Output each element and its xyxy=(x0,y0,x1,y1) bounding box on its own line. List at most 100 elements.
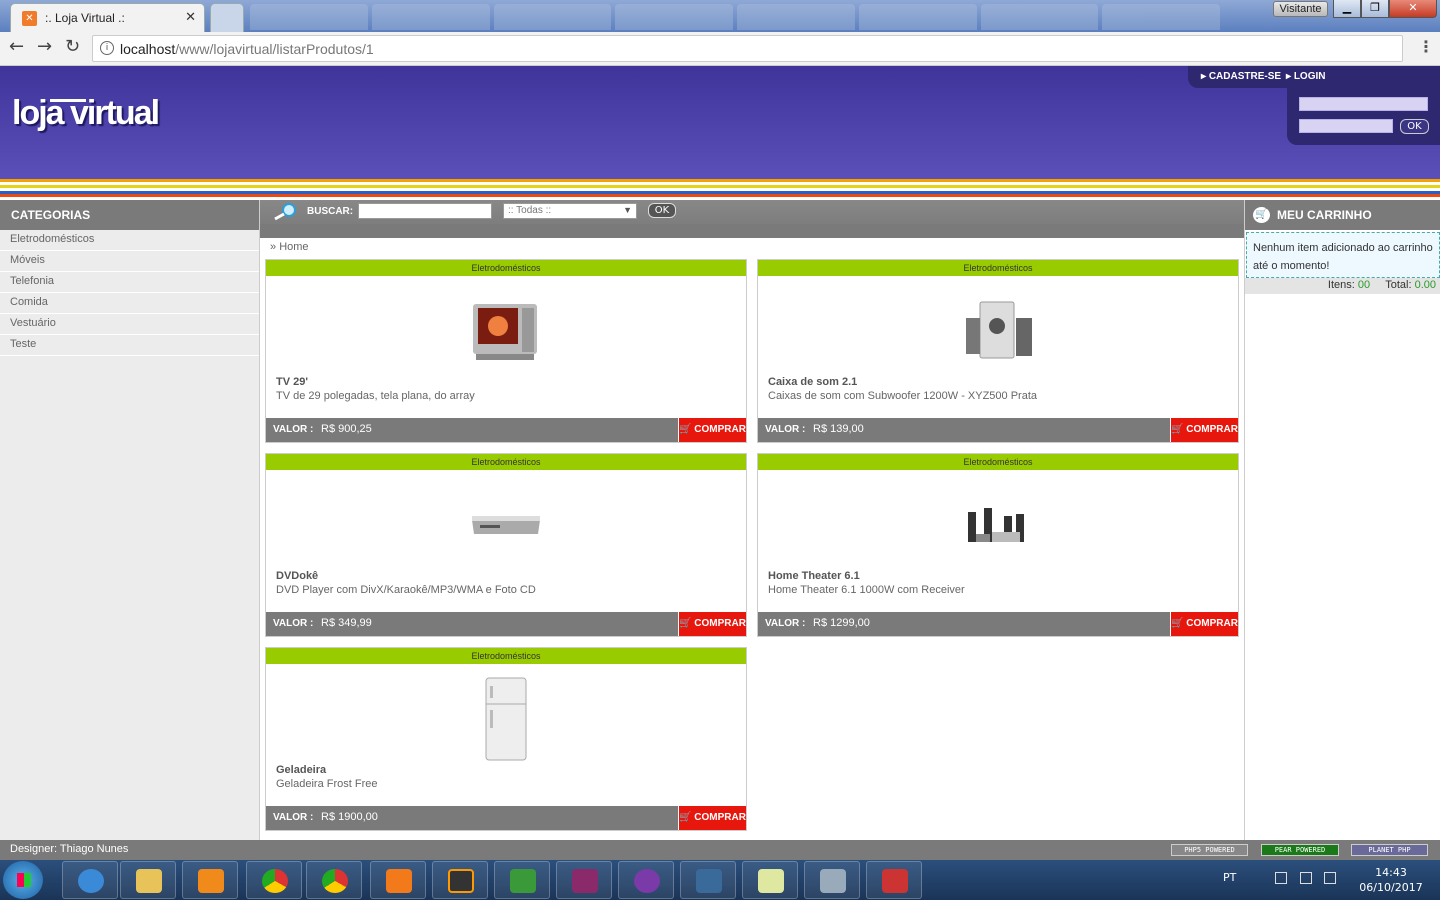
sublime-icon[interactable] xyxy=(432,861,488,899)
media-player-icon[interactable] xyxy=(182,861,238,899)
info-icon[interactable]: i xyxy=(100,41,114,55)
category-item[interactable]: Eletrodomésticos xyxy=(0,230,259,251)
php5-badge[interactable]: PHP5 POWERED xyxy=(1171,844,1248,856)
cart-panel: 🛒 MEU CARRINHO Nenhum item adicionado ao… xyxy=(1244,200,1440,840)
clock[interactable]: 14:43 06/10/2017 xyxy=(1356,865,1426,895)
search-bar-base xyxy=(260,224,1245,238)
category-item[interactable]: Vestuário xyxy=(0,314,259,335)
fridge-image[interactable] xyxy=(266,666,746,762)
start-button[interactable] xyxy=(3,861,43,899)
cat-app-icon[interactable] xyxy=(618,861,674,899)
login-ok-button[interactable]: OK xyxy=(1400,119,1429,134)
search-ok-button[interactable]: OK xyxy=(648,203,676,218)
buy-button[interactable]: 🛒 COMPRAR xyxy=(678,806,746,830)
back-icon[interactable]: ← xyxy=(9,38,24,56)
chrome-active-icon[interactable] xyxy=(306,861,362,899)
login-label: LOGIN xyxy=(1293,71,1326,82)
cart-total-value: 0.00 xyxy=(1414,279,1436,291)
tv-image[interactable] xyxy=(266,278,746,374)
chrome-icon[interactable] xyxy=(246,861,302,899)
product-footer: VALOR : R$ 139,00 🛒 COMPRAR xyxy=(758,418,1238,442)
dvd-player-image[interactable] xyxy=(266,472,746,568)
login-link[interactable]: ▸ LOGIN xyxy=(1286,71,1325,82)
reload-icon[interactable]: ↻ xyxy=(65,38,80,56)
category-select[interactable]: :: Todas :: ▼ xyxy=(503,203,637,219)
dropdown-arrow-icon: ▼ xyxy=(623,205,632,215)
explorer-icon[interactable] xyxy=(120,861,176,899)
category-item[interactable]: Móveis xyxy=(0,251,259,272)
forward-icon[interactable]: → xyxy=(37,38,52,56)
browser-tab-active[interactable]: ✕ :. Loja Virtual .: ✕ xyxy=(10,3,205,32)
browser-menu-icon[interactable]: ⋮ xyxy=(1418,39,1434,55)
new-tab-button[interactable] xyxy=(210,3,244,32)
category-item[interactable]: Teste xyxy=(0,335,259,356)
minimize-button[interactable]: ▁ xyxy=(1333,0,1361,18)
buy-label: COMPRAR xyxy=(694,618,746,629)
product-name[interactable]: Home Theater 6.1 xyxy=(768,570,860,582)
product-price: R$ 139,00 xyxy=(813,423,864,435)
speakers-image[interactable] xyxy=(758,278,1238,374)
login-box: OK xyxy=(1287,88,1440,145)
cart-items-value: 00 xyxy=(1357,279,1371,291)
ie-icon[interactable] xyxy=(62,861,118,899)
xampp-taskbar-icon[interactable] xyxy=(370,861,426,899)
notepad-icon[interactable] xyxy=(742,861,798,899)
address-bar-row: ← → ↻ i localhost/www/lojavirtual/listar… xyxy=(0,32,1440,66)
background-tabs xyxy=(250,4,1220,30)
planet-php-badge[interactable]: PLANET PHP xyxy=(1351,844,1428,856)
search-input[interactable] xyxy=(358,203,492,219)
product-category: Eletrodomésticos xyxy=(266,260,746,276)
pear-badge[interactable]: PEAR POWERED xyxy=(1261,844,1339,856)
volume-icon[interactable] xyxy=(1324,872,1336,884)
buy-button[interactable]: 🛒 COMPRAR xyxy=(1170,418,1238,442)
category-item[interactable]: Telefonia xyxy=(0,272,259,293)
login-password-input[interactable] xyxy=(1299,119,1393,133)
buy-button[interactable]: 🛒 COMPRAR xyxy=(678,418,746,442)
category-item[interactable]: Comida xyxy=(0,293,259,314)
url-path: /www/lojavirtual/listarProdutos/1 xyxy=(175,41,374,57)
diagram-tool-icon[interactable] xyxy=(494,861,550,899)
postgresql-icon[interactable] xyxy=(804,861,860,899)
network-icon[interactable] xyxy=(1300,872,1312,884)
product-card: Eletrodomésticos Geladeira Geladeira Fro… xyxy=(265,647,747,831)
language-indicator[interactable]: PT xyxy=(1223,871,1236,884)
winrar-icon[interactable] xyxy=(556,861,612,899)
app-icon[interactable] xyxy=(866,861,922,899)
product-name[interactable]: DVDokê xyxy=(276,570,318,582)
magnifier-icon xyxy=(274,203,296,221)
login-user-input[interactable] xyxy=(1299,97,1428,111)
action-center-icon[interactable] xyxy=(1275,872,1287,884)
search-label: BUSCAR: xyxy=(307,206,354,217)
designer-credit: Designer: Thiago Nunes xyxy=(10,843,129,855)
clock-date: 06/10/2017 xyxy=(1359,881,1423,894)
product-category: Eletrodomésticos xyxy=(266,648,746,664)
categories-sidebar: CATEGORIAS Eletrodomésticos Móveis Telef… xyxy=(0,200,260,840)
browser-tabstrip: ✕ :. Loja Virtual .: ✕ Visitante ▁ ❐ ✕ xyxy=(0,0,1440,32)
product-name[interactable]: Caixa de som 2.1 xyxy=(768,376,857,388)
signup-link[interactable]: ▸ CADASTRE-SE xyxy=(1201,71,1281,82)
profile-button[interactable]: Visitante xyxy=(1273,1,1328,17)
home-theater-image[interactable] xyxy=(758,472,1238,568)
product-category: Eletrodomésticos xyxy=(758,260,1238,276)
clock-time: 14:43 xyxy=(1375,866,1407,879)
buy-button[interactable]: 🛒 COMPRAR xyxy=(678,612,746,636)
breadcrumb-home[interactable]: Home xyxy=(279,241,308,253)
tab-title: :. Loja Virtual .: xyxy=(45,11,125,25)
cart-total-label: Total: xyxy=(1385,279,1412,291)
cart-summary: Itens: 00 Total: 0.00 xyxy=(1245,278,1440,294)
product-name[interactable]: Geladeira xyxy=(276,764,326,776)
maximize-button[interactable]: ❐ xyxy=(1361,0,1389,18)
close-window-button[interactable]: ✕ xyxy=(1389,0,1437,18)
tab-close-icon[interactable]: ✕ xyxy=(185,10,196,25)
mysql-workbench-icon[interactable] xyxy=(680,861,736,899)
url-input[interactable]: i localhost/www/lojavirtual/listarProdut… xyxy=(92,35,1403,62)
product-name[interactable]: TV 29' xyxy=(276,376,308,388)
product-footer: VALOR : R$ 1900,00 🛒 COMPRAR xyxy=(266,806,746,830)
cart-empty-message: Nenhum item adicionado ao carrinho até o… xyxy=(1246,232,1440,278)
system-tray: PT 14:43 06/10/2017 xyxy=(1210,860,1440,900)
product-footer: VALOR : R$ 900,25 🛒 COMPRAR xyxy=(266,418,746,442)
buy-button[interactable]: 🛒 COMPRAR xyxy=(1170,612,1238,636)
breadcrumb: » Home xyxy=(270,241,309,253)
product-footer: VALOR : R$ 349,99 🛒 COMPRAR xyxy=(266,612,746,636)
product-description: Home Theater 6.1 1000W com Receiver xyxy=(768,584,965,596)
